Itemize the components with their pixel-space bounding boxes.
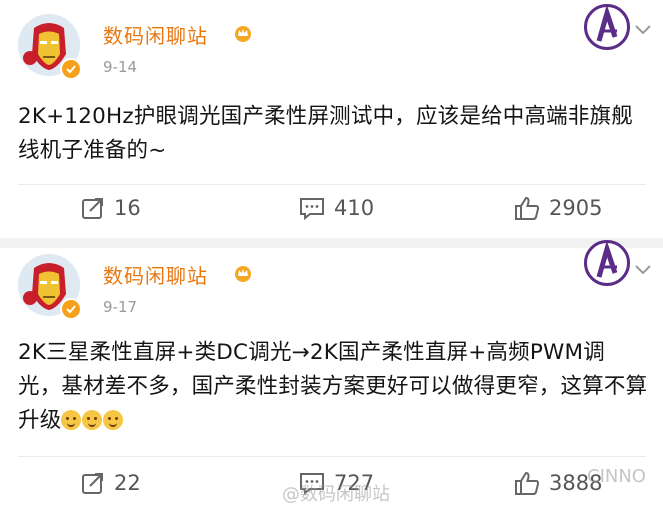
- repost-icon: [82, 473, 103, 494]
- post-1: 数码闲聊站 9-14 2K+120Hz护眼调光国产柔性屏测试中，应该是给中高端非…: [0, 0, 663, 240]
- chevron-down-icon[interactable]: [634, 264, 652, 276]
- doge-emoji-icon: [82, 410, 103, 430]
- post-date: 9-17: [103, 298, 138, 316]
- watermark-right: CINNO: [587, 466, 646, 487]
- like-count: 2905: [549, 196, 603, 220]
- chevron-down-icon[interactable]: [634, 24, 652, 36]
- avengers-logo-icon: [584, 240, 630, 286]
- comment-button[interactable]: 410: [298, 195, 374, 221]
- doge-emoji-icon: [103, 410, 124, 430]
- post-date: 9-14: [103, 58, 138, 76]
- comment-count: 410: [334, 196, 375, 220]
- repost-count: 16: [114, 196, 141, 220]
- repost-button[interactable]: 22: [80, 470, 141, 496]
- separator: [18, 184, 646, 185]
- crown-icon: [235, 26, 251, 42]
- crown-icon: [235, 266, 251, 282]
- post-content: 2K三星柔性直屏+类DC调光→2K国产柔性直屏+高频PWM调光，基材差不多，国产…: [18, 336, 648, 438]
- post-divider: [0, 238, 663, 248]
- author-name[interactable]: 数码闲聊站: [103, 20, 208, 49]
- repost-button[interactable]: 16: [80, 195, 141, 221]
- like-icon: [515, 196, 540, 220]
- post-content: 2K+120Hz护眼调光国产柔性屏测试中，应该是给中高端非旗舰线机子准备的~: [18, 104, 633, 163]
- post-2: 数码闲聊站 9-17 2K三星柔性直屏+类DC调光→2K国产柔性直屏+高频PWM…: [0, 240, 663, 503]
- avengers-logo-icon: [584, 4, 630, 50]
- like-icon: [515, 471, 540, 495]
- watermark-left: @数码闲聊站: [282, 484, 390, 505]
- post-actions: 16 410 2905: [0, 195, 663, 235]
- author-name[interactable]: 数码闲聊站: [103, 260, 208, 289]
- separator: [18, 456, 646, 457]
- verified-badge-icon: [60, 298, 82, 320]
- doge-emoji-icon: [61, 410, 82, 430]
- like-button[interactable]: 2905: [513, 195, 602, 221]
- comment-icon: [300, 198, 324, 221]
- repost-count: 22: [114, 471, 141, 495]
- verified-badge-icon: [60, 58, 82, 80]
- repost-icon: [82, 198, 103, 219]
